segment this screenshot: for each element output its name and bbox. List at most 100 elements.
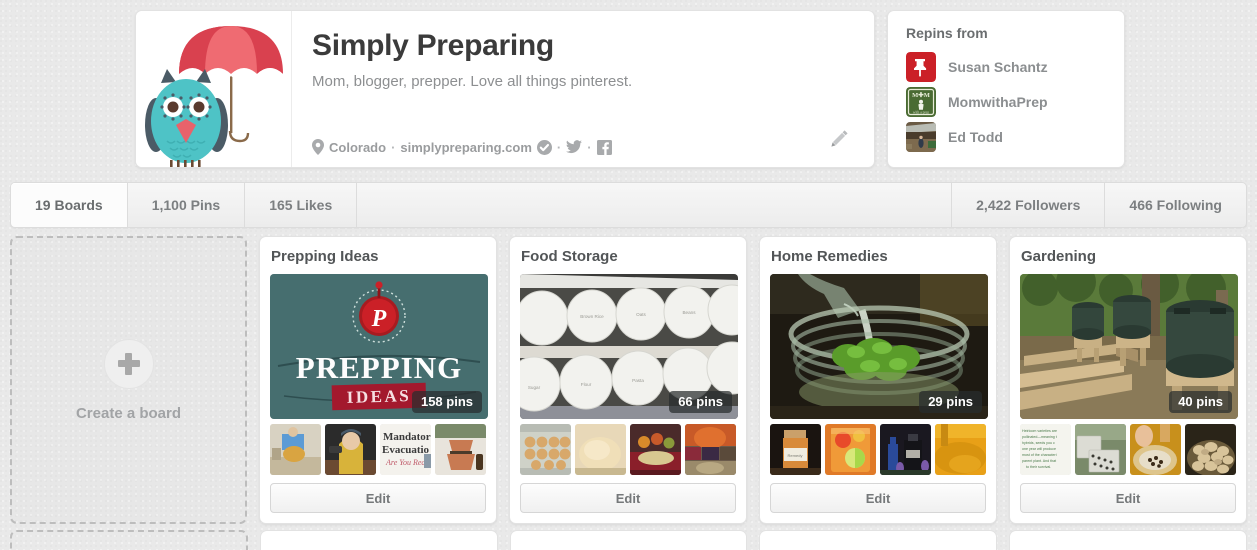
pin-count-badge: 158 pins (411, 391, 482, 413)
page-title: Simply Preparing (312, 29, 554, 62)
avatar[interactable] (136, 11, 292, 167)
profile-location: Colorado (329, 139, 387, 155)
profile-header-row: Simply Preparing Mom, blogger, prepper. … (0, 0, 1257, 168)
profile-about-text: Mom, blogger, prepper. Love all things p… (312, 73, 633, 90)
edit-profile-button[interactable] (828, 128, 850, 155)
board-thumbnails: Heirloom varieties are pollinated—meanin… (1020, 424, 1236, 475)
board-thumbnail[interactable] (1075, 424, 1126, 475)
cover-title-line1: PREPPING (296, 350, 462, 385)
board-thumbnail[interactable] (435, 424, 486, 475)
board-thumbnail[interactable] (575, 424, 626, 475)
board-card: Gardening 40 pins Heirloom varieties are… (1009, 236, 1247, 524)
facebook-icon[interactable] (596, 139, 612, 155)
svg-text:Sugar: Sugar (528, 385, 541, 390)
edit-board-button[interactable]: Edit (520, 483, 736, 513)
stats-bar-spacer (357, 183, 953, 227)
board-card: Prepping Ideas P PREPPING IDEAS 158 pins… (259, 236, 497, 524)
tab-following[interactable]: 466 Following (1105, 183, 1246, 227)
svg-text:pollinated—meaning t: pollinated—meaning t (1022, 435, 1057, 439)
create-board-placeholder[interactable]: Create a board (10, 236, 247, 524)
svg-text:Mandator: Mandator (383, 431, 431, 443)
edit-board-button[interactable]: Edit (770, 483, 986, 513)
pin-count-badge: 29 pins (919, 391, 982, 413)
repin-user-row[interactable]: Ed Todd (906, 121, 1124, 153)
repin-user-name: MomwithaPrep (948, 94, 1048, 110)
board-thumbnail[interactable] (325, 424, 376, 475)
svg-text:M✚M: M✚M (912, 91, 930, 99)
svg-text:Heirloom varieties are: Heirloom varieties are (1022, 429, 1057, 433)
tab-boards-label: 19 Boards (35, 197, 103, 213)
meta-separator-1: · (391, 139, 396, 155)
repin-user-row[interactable]: M✚M with a prep MomwithaPrep (906, 86, 1124, 118)
svg-text:Pasta: Pasta (632, 378, 644, 383)
board-card: Home Remedies 29 pins Remedy Edit (759, 236, 997, 524)
board-thumbnail[interactable] (935, 424, 986, 475)
profile-website-link[interactable]: simplypreparing.com (400, 140, 531, 155)
profile-stats-bar: 19 Boards 1,100 Pins 165 Likes 2,422 Fol… (10, 182, 1247, 228)
tab-following-label: 466 Following (1129, 197, 1222, 213)
board-thumbnail[interactable] (630, 424, 681, 475)
green-mom-sign-avatar: M✚M with a prep (906, 87, 936, 117)
red-pushpin-avatar (906, 52, 936, 82)
svg-text:Beans: Beans (682, 310, 696, 315)
twitter-bird-icon[interactable] (566, 140, 583, 154)
board-cover-image[interactable]: 40 pins (1020, 274, 1238, 419)
verified-checkmark-icon (536, 139, 552, 155)
repin-user-row[interactable]: Susan Schantz (906, 51, 1124, 83)
tab-likes[interactable]: 165 Likes (245, 183, 358, 227)
board-title[interactable]: Home Remedies (771, 248, 986, 265)
meta-separator-2: · (556, 139, 562, 155)
edit-board-button[interactable]: Edit (1020, 483, 1236, 513)
board-cover-image[interactable]: Brown Rice Oats Beans Sugar Flour Pasta … (520, 274, 738, 419)
tab-boards[interactable]: 19 Boards (11, 183, 128, 227)
board-thumbnails: Mandator Evacuatio Are You Ready? (270, 424, 486, 475)
svg-text:Evacuatio: Evacuatio (382, 444, 430, 456)
profile-meta: Colorado · simplypreparing.com · · (312, 139, 612, 155)
svg-text:Brown Rice: Brown Rice (580, 314, 604, 319)
next-row-card (259, 530, 498, 550)
svg-text:Oats: Oats (636, 312, 646, 317)
pin-count-badge: 66 pins (669, 391, 732, 413)
map-pin-icon (312, 139, 324, 155)
board-thumbnail[interactable]: Remedy (770, 424, 821, 475)
tab-pins[interactable]: 1,100 Pins (128, 183, 246, 227)
tab-likes-label: 165 Likes (269, 197, 333, 213)
board-title[interactable]: Gardening (1021, 248, 1236, 265)
board-thumbnail[interactable] (520, 424, 571, 475)
board-thumbnails (520, 424, 736, 475)
pin-count-badge: 40 pins (1169, 391, 1232, 413)
next-row-card (759, 530, 998, 550)
boards-grid: Create a board Prepping Ideas P PREPPING (0, 228, 1257, 524)
board-thumbnail[interactable] (825, 424, 876, 475)
board-cover-image[interactable]: P PREPPING IDEAS 158 pins (270, 274, 488, 419)
repin-user-name: Ed Todd (948, 129, 1003, 145)
svg-text:Flour: Flour (581, 382, 592, 387)
owl-with-umbrella-avatar (144, 26, 283, 167)
meta-separator-3: · (587, 139, 592, 155)
board-thumbnail[interactable] (1185, 424, 1236, 475)
board-thumbnail[interactable]: Heirloom varieties are pollinated—meanin… (1020, 424, 1071, 475)
plus-icon (103, 338, 154, 389)
board-thumbnail[interactable] (270, 424, 321, 475)
create-board-label: Create a board (75, 404, 182, 422)
board-thumbnail[interactable] (685, 424, 736, 475)
board-card: Food Storage Brown Rice Oats Beans Sugar… (509, 236, 747, 524)
tab-followers-label: 2,422 Followers (976, 197, 1081, 213)
svg-text:hybrids, seeds you c: hybrids, seeds you c (1022, 441, 1055, 445)
svg-text:most of the characteri: most of the characteri (1022, 453, 1057, 457)
edit-board-button[interactable]: Edit (270, 483, 486, 513)
board-thumbnail[interactable] (1130, 424, 1181, 475)
next-row-card (1009, 530, 1247, 550)
photo-avatar (906, 122, 936, 152)
repin-user-name: Susan Schantz (948, 59, 1048, 75)
board-title[interactable]: Food Storage (521, 248, 736, 265)
next-boards-row-peek (0, 530, 1257, 550)
board-cover-image[interactable]: 29 pins (770, 274, 988, 419)
tab-pins-label: 1,100 Pins (151, 197, 221, 213)
board-thumbnail[interactable]: Mandator Evacuatio Are You Ready? (380, 424, 431, 475)
profile-card: Simply Preparing Mom, blogger, prepper. … (135, 10, 875, 168)
board-title[interactable]: Prepping Ideas (271, 248, 486, 265)
board-thumbnail[interactable] (880, 424, 931, 475)
repins-panel-title: Repins from (906, 25, 988, 41)
tab-followers[interactable]: 2,422 Followers (952, 183, 1106, 227)
